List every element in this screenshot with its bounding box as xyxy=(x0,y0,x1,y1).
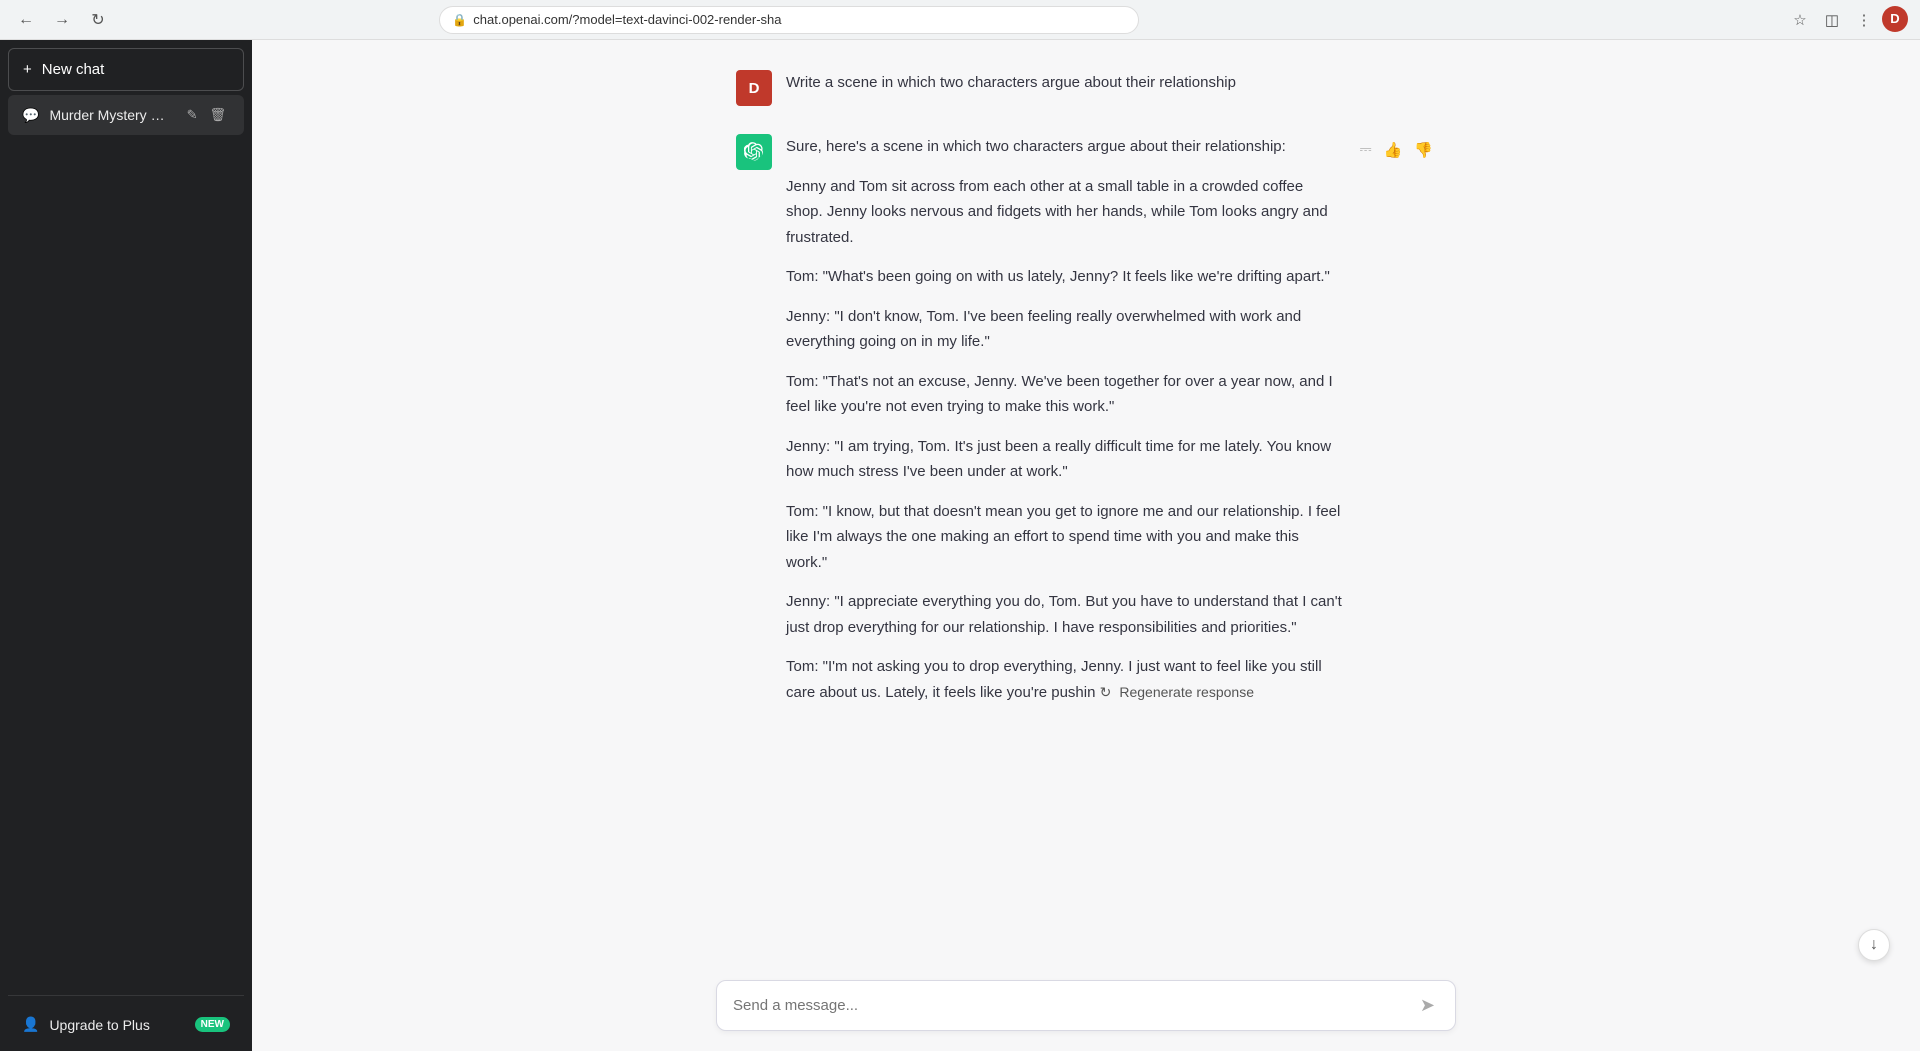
address-bar[interactable]: 🔒 chat.openai.com/?model=text-davinci-00… xyxy=(439,6,1139,34)
assistant-para-6: Tom: "I know, but that doesn't mean you … xyxy=(786,499,1343,576)
plus-icon: + xyxy=(23,61,32,78)
assistant-para-3: Jenny: "I don't know, Tom. I've been fee… xyxy=(786,304,1343,355)
regenerate-inline-button[interactable]: Regenerate response xyxy=(1115,684,1258,700)
sidebar: + New chat 💬 Murder Mystery Plot. ✎ 🗑 👤 … xyxy=(0,40,252,1051)
chat-icon: 💬 xyxy=(22,107,39,124)
regen-spin-icon: ↻ xyxy=(1100,681,1112,705)
star-button[interactable]: ☆ xyxy=(1786,6,1814,34)
user-icon: 👤 xyxy=(22,1016,39,1033)
assistant-message-row: Sure, here's a scene in which two charac… xyxy=(716,134,1456,705)
app-container: + New chat 💬 Murder Mystery Plot. ✎ 🗑 👤 … xyxy=(0,40,1920,1051)
assistant-para-1: Jenny and Tom sit across from each other… xyxy=(786,174,1343,251)
input-wrapper: ➤ xyxy=(716,980,1456,1031)
user-avatar-message: D xyxy=(736,70,772,106)
new-badge: NEW xyxy=(195,1017,230,1032)
url-text: chat.openai.com/?model=text-davinci-002-… xyxy=(473,12,781,27)
user-avatar[interactable]: D xyxy=(1882,6,1908,32)
reload-button[interactable]: ↻ xyxy=(84,6,112,34)
upgrade-label: Upgrade to Plus xyxy=(49,1017,149,1033)
chat-messages: D Write a scene in which two characters … xyxy=(252,40,1920,968)
input-area: ➤ xyxy=(252,968,1920,1051)
scroll-down-button[interactable]: ↓ xyxy=(1858,929,1890,961)
assistant-message-content: Sure, here's a scene in which two charac… xyxy=(786,134,1343,705)
edit-chat-button[interactable]: ✎ xyxy=(183,105,202,125)
thumbup-button[interactable]: 👍 xyxy=(1381,138,1406,162)
forward-button[interactable]: → xyxy=(48,6,76,34)
copy-message-button[interactable]: ⎓ xyxy=(1357,138,1375,161)
chat-list-item[interactable]: 💬 Murder Mystery Plot. ✎ 🗑 xyxy=(8,95,244,135)
browser-actions: ☆ ◫ ⋮ D xyxy=(1786,6,1908,34)
new-chat-button[interactable]: + New chat xyxy=(8,48,244,91)
assistant-para-2: Tom: "What's been going on with us latel… xyxy=(786,264,1343,290)
send-button[interactable]: ➤ xyxy=(1416,993,1439,1018)
lock-icon: 🔒 xyxy=(452,13,467,27)
chat-item-actions: ✎ 🗑 xyxy=(183,105,230,125)
user-message-row: D Write a scene in which two characters … xyxy=(716,70,1456,106)
inline-regenerate: ↻ Regenerate response xyxy=(1100,681,1258,705)
chat-item-title: Murder Mystery Plot. xyxy=(49,107,172,123)
browser-chrome: ← → ↻ 🔒 chat.openai.com/?model=text-davi… xyxy=(0,0,1920,40)
extensions-button[interactable]: ◫ xyxy=(1818,6,1846,34)
user-message-content: Write a scene in which two characters ar… xyxy=(786,70,1436,96)
upgrade-button[interactable]: 👤 Upgrade to Plus NEW xyxy=(8,1006,244,1043)
assistant-para-0: Sure, here's a scene in which two charac… xyxy=(786,134,1343,160)
main-content: D Write a scene in which two characters … xyxy=(252,40,1920,1051)
back-button[interactable]: ← xyxy=(12,6,40,34)
assistant-para-4: Tom: "That's not an excuse, Jenny. We've… xyxy=(786,369,1343,420)
message-input[interactable] xyxy=(733,997,1416,1014)
menu-button[interactable]: ⋮ xyxy=(1850,6,1878,34)
assistant-para-8-partial: Tom: "I'm not asking you to drop everyth… xyxy=(786,654,1343,705)
message-action-buttons: ⎓ 👍 👎 xyxy=(1357,134,1436,162)
assistant-avatar xyxy=(736,134,772,170)
user-message-text: Write a scene in which two characters ar… xyxy=(786,70,1436,96)
assistant-para-7: Jenny: "I appreciate everything you do, … xyxy=(786,589,1343,640)
thumbdown-button[interactable]: 👎 xyxy=(1411,138,1436,162)
assistant-para-5: Jenny: "I am trying, Tom. It's just been… xyxy=(786,434,1343,485)
delete-chat-button[interactable]: 🗑 xyxy=(205,105,230,125)
sidebar-bottom: 👤 Upgrade to Plus NEW xyxy=(8,995,244,1043)
new-chat-label: New chat xyxy=(42,61,105,78)
